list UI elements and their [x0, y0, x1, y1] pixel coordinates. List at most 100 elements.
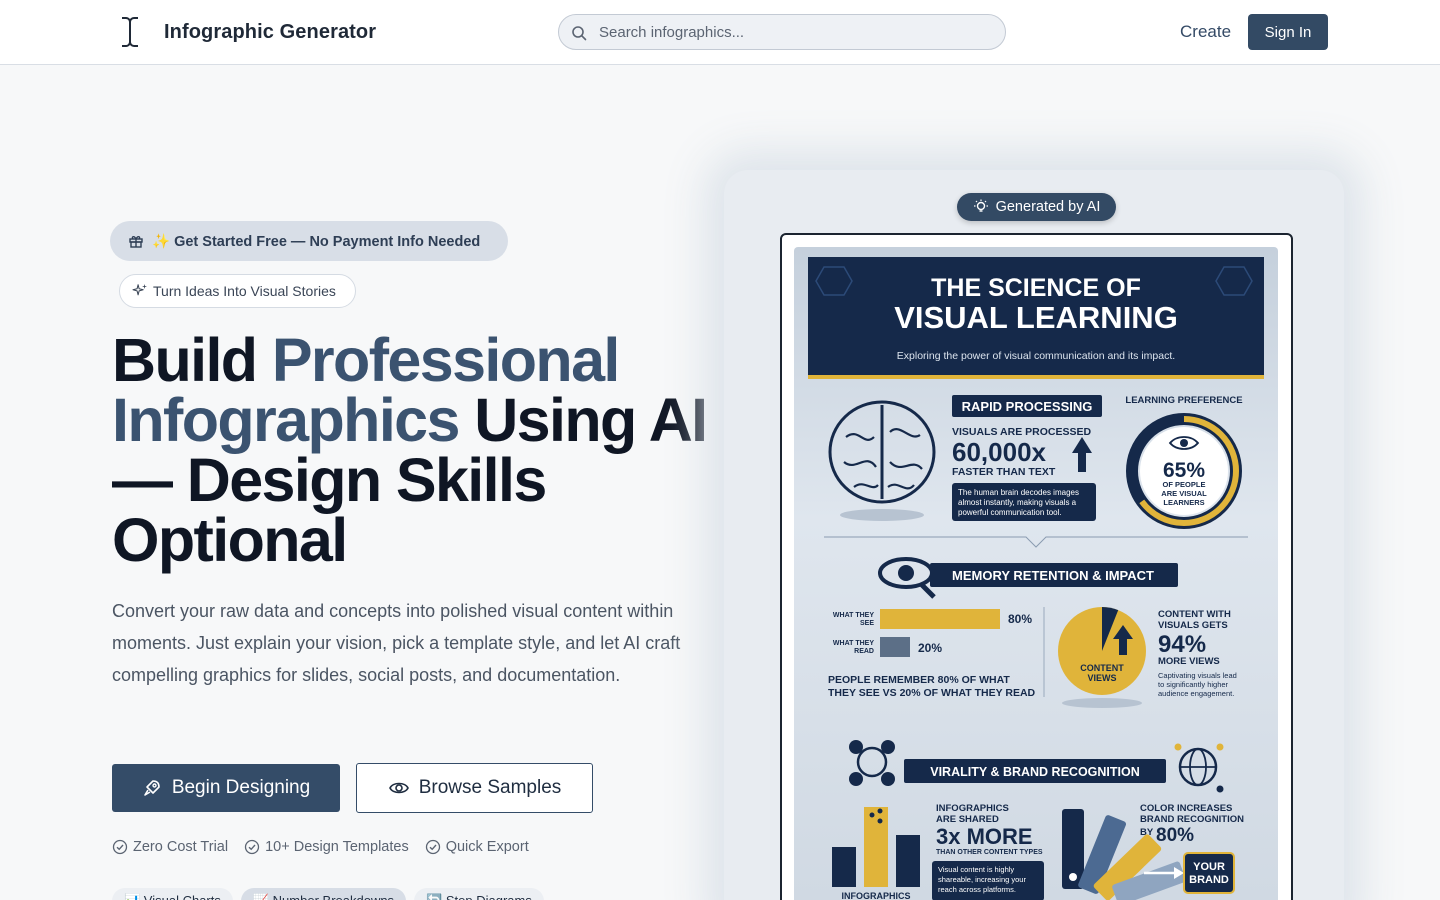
feature-label: Zero Cost Trial [133, 839, 229, 855]
check-circle-icon [112, 839, 128, 855]
shared-stat: 3x MORE [936, 824, 1033, 849]
feature-item: Zero Cost Trial [112, 839, 228, 855]
chip-number-breakdowns[interactable]: 📈 Number Breakdowns [240, 888, 407, 900]
pref-heading: LEARNING PREFERENCE [1125, 395, 1242, 406]
your-brand-box [1183, 852, 1235, 894]
browse-samples-label: Browse Samples [418, 777, 562, 798]
views-line2: VISUALS GETS [1158, 620, 1228, 631]
brand[interactable]: Infographic Generator [112, 14, 376, 50]
begin-designing-label: Begin Designing [171, 777, 311, 798]
rapid-stat: 60,000x [952, 437, 1047, 467]
text-cursor-logo-icon [112, 14, 152, 50]
infographic-preview: THE SCIENCE OF VISUAL LEARNING Exploring… [794, 247, 1278, 900]
color-line1: COLOR INCREASES [1140, 803, 1232, 814]
pie-label2: VIEWS [1087, 673, 1116, 683]
generated-by-ai-label: Generated by AI [995, 199, 1101, 215]
shared-line3: THAN OTHER CONTENT TYPES [936, 849, 1043, 856]
memory-heading: MEMORY RETENTION & IMPACT [952, 568, 1154, 583]
feature-item: 10+ Design Templates [244, 839, 409, 855]
share-network-icon [849, 740, 895, 786]
read-label2: READ [854, 648, 874, 655]
remember-line2: THEY SEE VS 20% OF WHAT THEY READ [828, 687, 1036, 699]
see-bar [880, 609, 1000, 629]
search-input[interactable] [599, 15, 995, 49]
views-note1: Captivating visuals lead [1158, 671, 1237, 680]
see-value: 80% [1008, 612, 1032, 626]
lightbulb-icon [973, 199, 988, 212]
see-label1: WHAT THEY [833, 612, 874, 619]
top-navbar: Infographic Generator Create Sign In [0, 0, 1440, 65]
brand-name: Infographic Generator [164, 20, 377, 43]
feature-list: Zero Cost Trial 10+ Design Templates Qui… [112, 836, 545, 858]
brand-line2: BRAND [1189, 874, 1229, 886]
read-value: 20% [918, 641, 942, 655]
create-link[interactable]: Create [1172, 14, 1239, 50]
hero-headline: Build Professional Infographics Using AI… [112, 330, 712, 571]
pie-label1: CONTENT [1080, 663, 1124, 673]
gift-icon [128, 233, 144, 249]
share-bar-chart [832, 807, 920, 887]
bar-label: INFOGRAPHICS [841, 891, 910, 900]
pref-line2: ARE VISUAL [1161, 489, 1207, 498]
brain-icon [828, 400, 936, 521]
pref-line3: LEARNERS [1163, 498, 1204, 507]
share-bar [832, 847, 856, 887]
views-line3: MORE VIEWS [1158, 656, 1220, 667]
views-note3: audience engagement. [1158, 689, 1234, 698]
virality-heading: VIRALITY & BRAND RECOGNITION [930, 765, 1140, 779]
pref-stat: 65% [1163, 459, 1205, 482]
begin-designing-button[interactable]: Begin Designing [112, 764, 340, 812]
globe-network-icon [1174, 743, 1224, 793]
shared-line1: INFOGRAPHICS [936, 803, 1009, 814]
category-chips: 📊 Visual Charts 📈 Number Breakdowns 🔄 St… [112, 888, 552, 900]
views-note2: to significantly higher [1158, 680, 1229, 689]
color-line2: BRAND RECOGNITION [1140, 814, 1244, 825]
poster-title-line2: VISUAL LEARNING [894, 300, 1178, 335]
rocket-icon [144, 780, 160, 796]
search-icon [571, 25, 587, 41]
chip-step-diagrams[interactable]: 🔄 Step Diagrams [414, 888, 544, 900]
views-line1: CONTENT WITH [1158, 609, 1231, 620]
generated-by-ai-badge: Generated by AI [957, 193, 1116, 221]
up-arrow-icon [1072, 437, 1092, 472]
rapid-heading: RAPID PROCESSING [962, 399, 1093, 414]
share-bar [896, 835, 920, 887]
rapid-note3: powerful communication tool. [958, 508, 1062, 517]
shared-note3: reach across platforms. [938, 885, 1016, 894]
brand-line1: YOUR [1193, 861, 1225, 873]
magnifier-eye-icon [878, 557, 936, 599]
browse-samples-button[interactable]: Browse Samples [356, 763, 593, 813]
feature-label: 10+ Design Templates [265, 839, 409, 855]
color-line3: BY [1140, 827, 1154, 838]
sparkles-icon [132, 283, 148, 299]
color-stat: 80% [1156, 825, 1194, 846]
check-circle-icon [425, 839, 440, 855]
tagline-text: Turn Ideas Into Visual Stories [153, 283, 336, 299]
free-trial-text: ✨ Get Started Free — No Payment Info Nee… [152, 233, 481, 250]
rapid-note1: The human brain decodes images [958, 488, 1079, 497]
views-stat: 94% [1158, 631, 1206, 658]
pref-line1: OF PEOPLE [1163, 480, 1206, 489]
poster-title-line1: THE SCIENCE OF [931, 274, 1141, 302]
hero-description: Convert your raw data and concepts into … [112, 601, 681, 685]
feature-label: Quick Export [445, 839, 529, 855]
shared-note2: shareable, increasing your [938, 875, 1026, 884]
free-trial-pill: ✨ Get Started Free — No Payment Info Nee… [110, 221, 508, 261]
remember-line1: PEOPLE REMEMBER 80% OF WHAT [828, 674, 1010, 686]
shared-note1: Visual content is highly [938, 865, 1014, 874]
sign-in-button[interactable]: Sign In [1248, 14, 1328, 50]
eye-icon [388, 782, 409, 794]
headline-part1: Build [112, 326, 272, 394]
tagline-pill: Turn Ideas Into Visual Stories [119, 274, 356, 308]
chip-visual-charts[interactable]: 📊 Visual Charts [112, 888, 233, 900]
rapid-note2: almost instantly, making visuals a [958, 498, 1077, 507]
rapid-line2: FASTER THAN TEXT [952, 466, 1056, 478]
read-label1: WHAT THEY [833, 640, 874, 647]
check-circle-icon [244, 839, 260, 855]
feature-item: Quick Export [425, 839, 529, 855]
search-bar[interactable] [558, 14, 1006, 50]
read-bar [880, 637, 910, 657]
poster-subtitle: Exploring the power of visual communicat… [897, 350, 1175, 362]
share-bar [864, 807, 888, 887]
see-label2: SEE [860, 620, 874, 627]
